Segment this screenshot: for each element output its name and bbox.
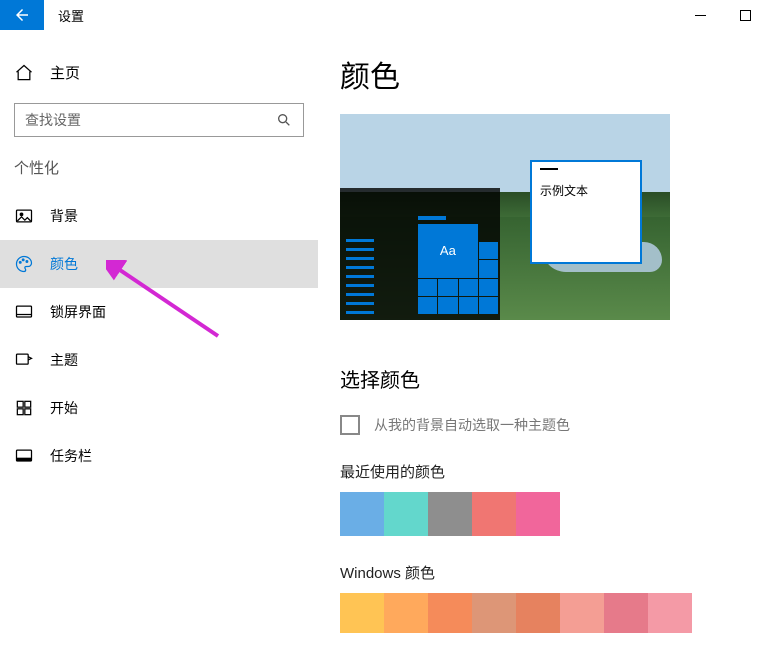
maximize-button[interactable] xyxy=(723,0,768,30)
main-pane: 颜色 Aa 示例文本 选择颜色 xyxy=(318,30,768,655)
nav-label: 主题 xyxy=(50,350,78,370)
nav-label: 锁屏界面 xyxy=(50,302,106,322)
nav-item-lockscreen[interactable]: 锁屏界面 xyxy=(0,288,318,336)
color-swatch[interactable] xyxy=(560,593,604,633)
search-icon xyxy=(276,112,292,128)
nav-label: 开始 xyxy=(50,398,78,418)
nav-label: 任务栏 xyxy=(50,446,92,466)
color-swatch[interactable] xyxy=(472,593,516,633)
minimize-button[interactable] xyxy=(678,0,723,30)
color-swatch[interactable] xyxy=(516,492,560,536)
color-swatch[interactable] xyxy=(604,593,648,633)
start-icon xyxy=(14,398,34,418)
choose-color-heading: 选择颜色 xyxy=(340,364,746,393)
color-swatch[interactable] xyxy=(428,593,472,633)
windows-colors-row-1 xyxy=(340,593,708,633)
color-swatch[interactable] xyxy=(340,492,384,536)
titlebar: 设置 xyxy=(0,0,768,30)
section-label: 个性化 xyxy=(0,157,318,192)
color-preview: Aa 示例文本 xyxy=(340,114,670,320)
home-link[interactable]: 主页 xyxy=(0,52,318,93)
nav-label: 背景 xyxy=(50,206,78,226)
nav-item-start[interactable]: 开始 xyxy=(0,384,318,432)
preview-window: 示例文本 xyxy=(530,160,642,264)
home-label: 主页 xyxy=(50,62,80,83)
nav-item-themes[interactable]: 主题 xyxy=(0,336,318,384)
recent-colors-row xyxy=(340,492,708,536)
auto-pick-label: 从我的背景自动选取一种主题色 xyxy=(374,415,570,435)
palette-icon xyxy=(14,254,34,274)
nav-item-background[interactable]: 背景 xyxy=(0,192,318,240)
nav-label: 颜色 xyxy=(50,254,78,274)
search-button[interactable] xyxy=(270,103,298,137)
color-swatch[interactable] xyxy=(384,492,428,536)
preview-tile-text: Aa xyxy=(418,224,478,278)
back-button[interactable] xyxy=(0,0,44,30)
recent-colors-label: 最近使用的颜色 xyxy=(340,461,746,482)
brush-icon xyxy=(14,350,34,370)
preview-sample-text: 示例文本 xyxy=(540,182,632,199)
arrow-left-icon xyxy=(13,6,31,24)
search-input[interactable] xyxy=(14,103,304,137)
color-swatch[interactable] xyxy=(384,593,428,633)
color-swatch[interactable] xyxy=(340,593,384,633)
maximize-icon xyxy=(740,10,751,21)
color-swatch[interactable] xyxy=(472,492,516,536)
app-title: 设置 xyxy=(58,6,84,25)
checkbox-icon xyxy=(340,415,360,435)
image-icon xyxy=(14,206,34,226)
search-container xyxy=(14,103,304,137)
sidebar: 主页 个性化 背景 颜色 锁屏界面 xyxy=(0,30,318,655)
page-title: 颜色 xyxy=(340,52,746,96)
home-icon xyxy=(14,63,34,83)
taskbar-icon xyxy=(14,446,34,466)
windows-colors-label: Windows 颜色 xyxy=(340,562,746,583)
lockscreen-icon xyxy=(14,302,34,322)
nav-item-taskbar[interactable]: 任务栏 xyxy=(0,432,318,480)
nav-item-colors[interactable]: 颜色 xyxy=(0,240,318,288)
auto-pick-checkbox-row[interactable]: 从我的背景自动选取一种主题色 xyxy=(340,415,746,435)
color-swatch[interactable] xyxy=(516,593,560,633)
window-controls xyxy=(678,0,768,30)
color-swatch[interactable] xyxy=(648,593,692,633)
minimize-icon xyxy=(695,10,706,21)
color-swatch[interactable] xyxy=(428,492,472,536)
